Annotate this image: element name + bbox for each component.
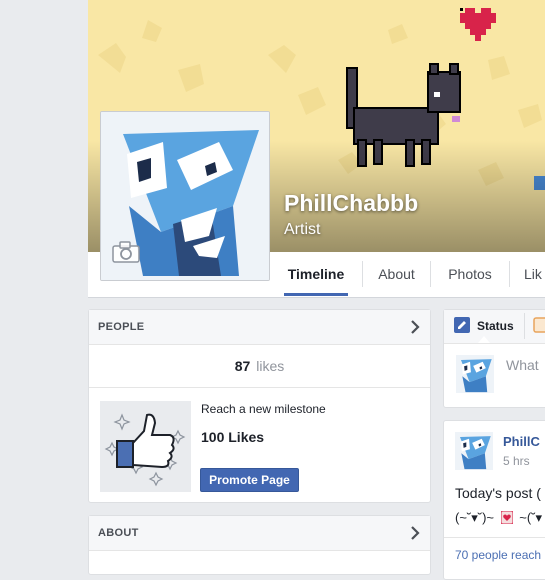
page-category: Artist <box>284 221 321 238</box>
tab-photos[interactable]: Photos <box>431 252 509 296</box>
post-kaomoji-2: ~(˘▾ <box>519 510 543 525</box>
milestone-image <box>100 401 191 492</box>
post-avatar[interactable] <box>455 432 493 470</box>
heart-icon <box>500 510 514 525</box>
post-text-line2: (~˘▾˘)~ ~(˘▾ <box>455 510 542 526</box>
chevron-right-icon[interactable] <box>410 526 420 540</box>
post-kaomoji: (~˘▾˘)~ <box>455 510 495 525</box>
about-card-title: ABOUT <box>98 527 139 539</box>
tab-timeline[interactable]: Timeline <box>284 252 348 296</box>
likes-label: likes <box>256 358 285 374</box>
people-card-header[interactable]: PEOPLE <box>89 310 430 345</box>
page-name[interactable]: PhillChabbb <box>284 190 418 217</box>
people-card-title: PEOPLE <box>98 321 145 333</box>
camera-icon[interactable] <box>111 240 141 264</box>
post-reach[interactable]: 70 people reach <box>455 548 541 562</box>
tab-likes[interactable]: Lik <box>510 252 545 296</box>
composer-avatar <box>456 355 494 393</box>
tab-about[interactable]: About <box>363 252 430 296</box>
composer-tab-divider <box>524 313 525 339</box>
about-card-header[interactable]: ABOUT <box>89 516 430 551</box>
heart-icon <box>460 8 496 41</box>
likes-count: 87 <box>234 358 251 374</box>
card-divider <box>89 387 430 388</box>
promote-page-button[interactable]: Promote Page <box>200 468 299 492</box>
likes-summary[interactable]: 87 likes <box>89 345 430 387</box>
composer-status-tab[interactable]: Status <box>477 319 514 333</box>
profile-picture[interactable] <box>100 111 270 281</box>
post-time[interactable]: 5 hrs <box>503 454 530 468</box>
post-divider <box>444 537 545 538</box>
post-author[interactable]: PhillC <box>503 434 540 449</box>
post-text-line1: Today's post ( <box>455 485 541 501</box>
thumbs-up-icon <box>104 413 186 487</box>
milestone-text: Reach a new milestone <box>201 402 326 416</box>
composer-tab-pointer <box>478 336 490 343</box>
photo-icon[interactable] <box>533 317 545 333</box>
chevron-right-icon[interactable] <box>410 320 420 334</box>
composer-input[interactable]: What <box>506 357 539 373</box>
milestone-goal: 100 Likes <box>201 429 265 445</box>
pencil-icon <box>454 317 470 333</box>
